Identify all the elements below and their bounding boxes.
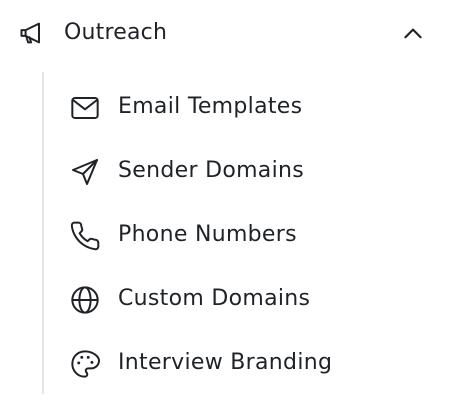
submenu-guide-line <box>42 72 44 394</box>
nav-item-label: Sender Domains <box>118 158 305 183</box>
globe-icon <box>69 284 101 316</box>
section-title: Outreach <box>64 20 168 45</box>
nav-item-custom-domains[interactable]: Custom Domains <box>56 272 436 324</box>
nav-item-label: Interview Branding <box>118 350 333 375</box>
megaphone-icon <box>18 19 46 47</box>
send-icon <box>69 156 101 188</box>
nav-item-label: Email Templates <box>118 94 303 119</box>
chevron-up-icon[interactable] <box>400 21 426 47</box>
nav-item-sender-domains[interactable]: Sender Domains <box>56 144 436 196</box>
phone-icon <box>69 220 101 252</box>
palette-icon <box>69 348 101 380</box>
nav-item-label: Custom Domains <box>118 286 311 311</box>
nav-item-phone-numbers[interactable]: Phone Numbers <box>56 208 436 260</box>
nav-item-interview-branding[interactable]: Interview Branding <box>56 336 436 388</box>
mail-icon <box>69 92 101 124</box>
nav-item-email-templates[interactable]: Email Templates <box>56 80 436 132</box>
nav-item-label: Phone Numbers <box>118 222 297 247</box>
outreach-section-header[interactable]: Outreach <box>0 0 450 66</box>
